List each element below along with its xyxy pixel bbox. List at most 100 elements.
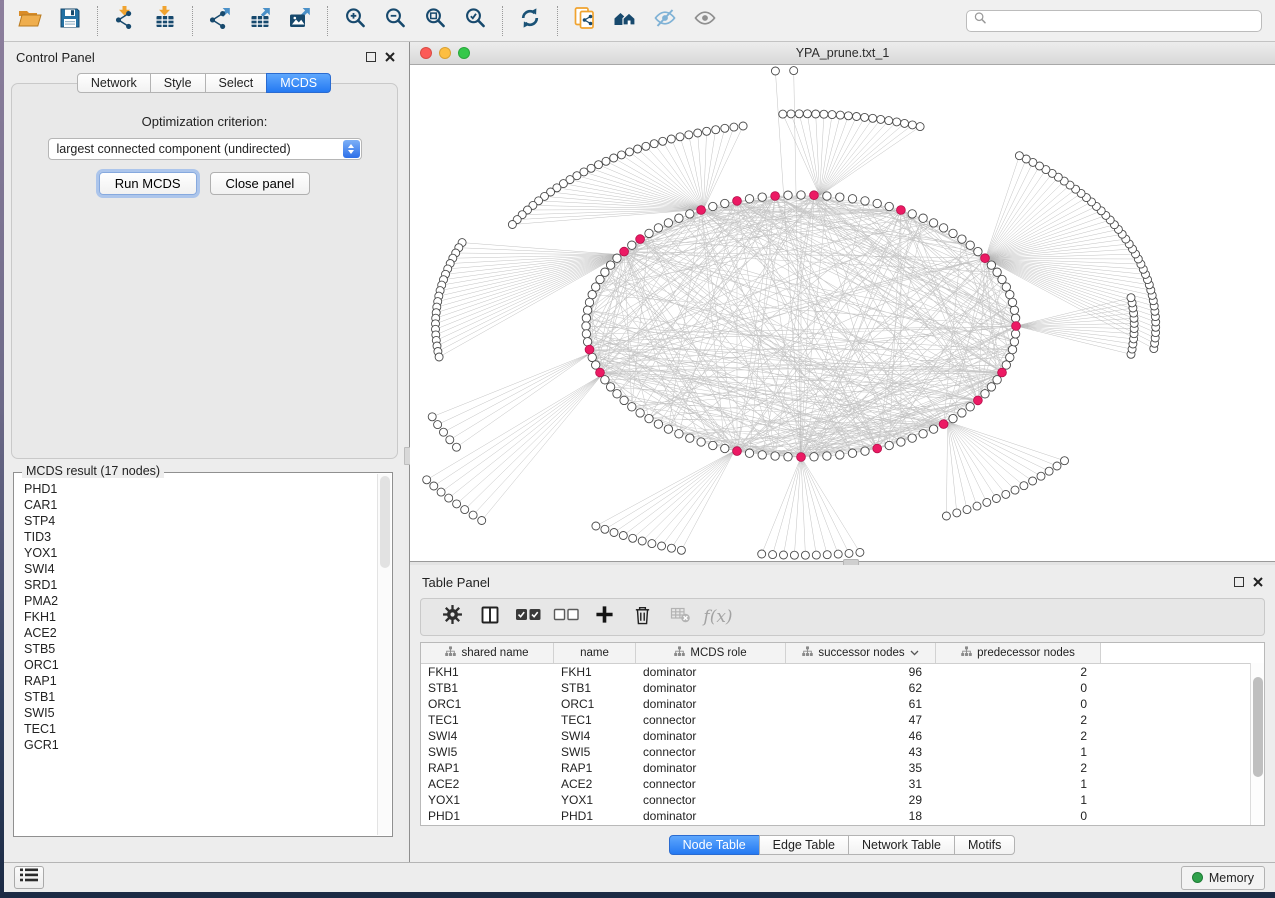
zoom-fit-button[interactable]: [415, 3, 455, 39]
tab-select[interactable]: Select: [205, 73, 268, 93]
show-panels-button[interactable]: [14, 866, 44, 889]
table-cell[interactable]: dominator: [636, 697, 786, 711]
table-cell[interactable]: 29: [786, 793, 936, 807]
zoom-selected-button[interactable]: [455, 3, 495, 39]
table-cell[interactable]: 18: [786, 809, 936, 823]
table-cell[interactable]: ORC1: [421, 697, 554, 711]
table-cell[interactable]: 0: [936, 697, 1101, 711]
table-cell[interactable]: 61: [786, 697, 936, 711]
table-scrollbar[interactable]: [1250, 663, 1264, 825]
export-network-button[interactable]: [200, 3, 240, 39]
table-cell[interactable]: SWI4: [421, 729, 554, 743]
column-header-predecessor-nodes[interactable]: predecessor nodes: [936, 643, 1101, 663]
tab-network[interactable]: Network: [77, 73, 151, 93]
result-node-item[interactable]: ORC1: [24, 657, 377, 673]
table-cell[interactable]: connector: [636, 745, 786, 759]
table-cell[interactable]: dominator: [636, 729, 786, 743]
table-scrollbar-thumb[interactable]: [1253, 677, 1263, 777]
tab-mcds[interactable]: MCDS: [266, 73, 331, 93]
column-header-MCDS-role[interactable]: MCDS role: [636, 643, 786, 663]
run-mcds-button[interactable]: Run MCDS: [99, 172, 197, 195]
table-cell[interactable]: PHD1: [421, 809, 554, 823]
table-cell[interactable]: 1: [936, 793, 1101, 807]
zoom-out-button[interactable]: [375, 3, 415, 39]
table-cell[interactable]: 1: [936, 745, 1101, 759]
table-row[interactable]: ACE2ACE2connector311: [421, 776, 1264, 792]
table-cell[interactable]: ACE2: [421, 777, 554, 791]
table-cell[interactable]: STB1: [554, 681, 636, 695]
table-cell[interactable]: 96: [786, 665, 936, 679]
deselect-all-button[interactable]: [547, 607, 585, 627]
table-cell[interactable]: FKH1: [421, 665, 554, 679]
add-button[interactable]: [585, 605, 623, 629]
table-cell[interactable]: connector: [636, 777, 786, 791]
table-row[interactable]: YOX1YOX1connector291: [421, 792, 1264, 808]
table-row[interactable]: STB1STB1dominator620: [421, 680, 1264, 696]
table-cell[interactable]: connector: [636, 713, 786, 727]
table-cell[interactable]: dominator: [636, 809, 786, 823]
table-cell[interactable]: PHD1: [554, 809, 636, 823]
table-cell[interactable]: connector: [636, 793, 786, 807]
tab-style[interactable]: Style: [150, 73, 206, 93]
result-node-item[interactable]: STB1: [24, 689, 377, 705]
table-cell[interactable]: dominator: [636, 761, 786, 775]
duplicate-network-button[interactable]: [565, 3, 605, 39]
table-cell[interactable]: 2: [936, 729, 1101, 743]
close-table-panel-icon[interactable]: [1253, 575, 1263, 590]
result-node-item[interactable]: TEC1: [24, 721, 377, 737]
table-row[interactable]: FKH1FKH1dominator962: [421, 664, 1264, 680]
table-cell[interactable]: 1: [936, 777, 1101, 791]
hide-selected-button[interactable]: [645, 3, 685, 39]
table-cell[interactable]: YOX1: [554, 793, 636, 807]
column-header-successor-nodes[interactable]: successor nodes: [786, 643, 936, 663]
table-cell[interactable]: dominator: [636, 681, 786, 695]
result-node-item[interactable]: RAP1: [24, 673, 377, 689]
table-cell[interactable]: 31: [786, 777, 936, 791]
result-scrollbar[interactable]: [377, 474, 391, 835]
table-cell[interactable]: ACE2: [554, 777, 636, 791]
result-node-item[interactable]: SWI5: [24, 705, 377, 721]
tab-network-table[interactable]: Network Table: [848, 835, 955, 855]
table-cell[interactable]: FKH1: [554, 665, 636, 679]
result-node-item[interactable]: GCR1: [24, 737, 377, 753]
search-input[interactable]: [991, 13, 1261, 29]
import-table-button[interactable]: [145, 3, 185, 39]
gear-button[interactable]: [433, 604, 471, 630]
table-cell[interactable]: ORC1: [554, 697, 636, 711]
float-panel-icon[interactable]: [366, 52, 376, 62]
column-header-name[interactable]: name: [554, 643, 636, 663]
table-cell[interactable]: SWI5: [421, 745, 554, 759]
memory-button[interactable]: Memory: [1181, 866, 1265, 890]
table-cell[interactable]: 2: [936, 713, 1101, 727]
result-node-item[interactable]: TID3: [24, 529, 377, 545]
table-cell[interactable]: 43: [786, 745, 936, 759]
first-neighbors-button[interactable]: [605, 3, 645, 39]
result-node-item[interactable]: STB5: [24, 641, 377, 657]
table-cell[interactable]: RAP1: [554, 761, 636, 775]
table-cell[interactable]: 46: [786, 729, 936, 743]
result-node-item[interactable]: STP4: [24, 513, 377, 529]
save-button[interactable]: [50, 3, 90, 39]
network-canvas[interactable]: [410, 65, 1275, 561]
result-node-item[interactable]: CAR1: [24, 497, 377, 513]
result-node-item[interactable]: SWI4: [24, 561, 377, 577]
table-cell[interactable]: 62: [786, 681, 936, 695]
table-cell[interactable]: 0: [936, 809, 1101, 823]
result-node-item[interactable]: PHD1: [24, 481, 377, 497]
column-header-shared-name[interactable]: shared name: [421, 643, 554, 663]
delete-button[interactable]: [623, 605, 661, 630]
result-node-item[interactable]: SRD1: [24, 577, 377, 593]
float-table-panel-icon[interactable]: [1234, 577, 1244, 587]
table-row[interactable]: SWI5SWI5connector431: [421, 744, 1264, 760]
zoom-in-button[interactable]: [335, 3, 375, 39]
table-cell[interactable]: RAP1: [421, 761, 554, 775]
table-row[interactable]: PHD1PHD1dominator180: [421, 808, 1264, 824]
table-cell[interactable]: TEC1: [554, 713, 636, 727]
table-cell[interactable]: 2: [936, 665, 1101, 679]
close-panel-button[interactable]: Close panel: [210, 172, 311, 195]
open-file-button[interactable]: [10, 3, 50, 39]
result-node-item[interactable]: FKH1: [24, 609, 377, 625]
table-cell[interactable]: SWI4: [554, 729, 636, 743]
result-node-item[interactable]: ACE2: [24, 625, 377, 641]
tab-node-table[interactable]: Node Table: [669, 835, 760, 855]
